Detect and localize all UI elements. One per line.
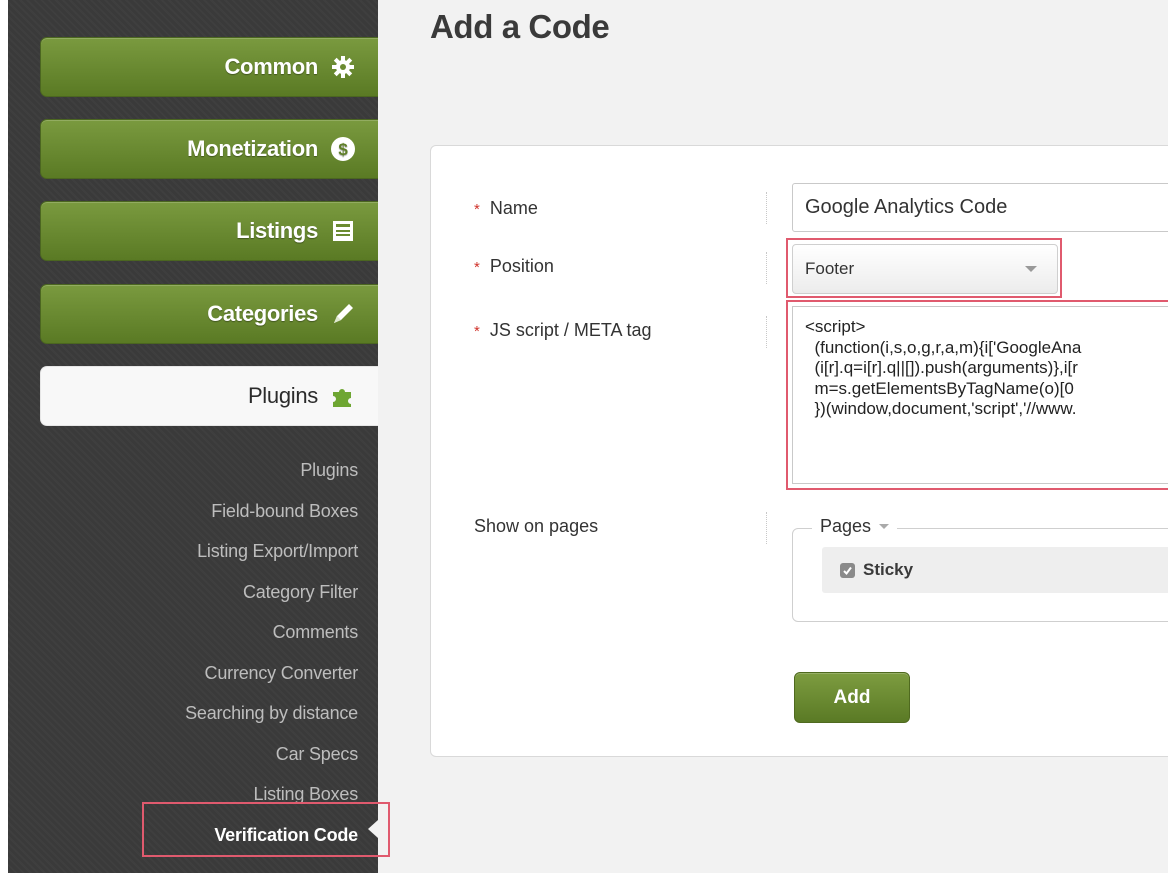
chevron-down-icon [1025,266,1037,272]
nav-categories-label: Categories [207,301,318,326]
nav-plugins-label: Plugins [247,383,318,408]
chevron-down-icon [879,524,890,529]
submenu-item-plugins[interactable]: Plugins [8,450,358,491]
nav-common-label: Common [224,54,318,79]
nav-listings-label: Listings [236,218,318,243]
nav-listings-button[interactable]: Listings [40,201,378,261]
active-item-pointer [368,820,378,838]
listing-icon [330,218,356,244]
field-divider [766,316,767,348]
position-label-text: Position [489,256,554,276]
required-marker: * [474,259,480,276]
script-label-text: JS script / META tag [489,320,652,340]
script-label: * JS script / META tag [474,320,652,341]
submenu-item-currency-converter[interactable]: Currency Converter [8,653,359,694]
gear-icon [330,54,356,80]
submenu-item-listing-boxes[interactable]: Listing Boxes [8,774,359,815]
submenu-item-searching-by-distance[interactable]: Searching by distance [8,693,358,734]
checkmark-icon [843,566,852,575]
pages-legend-label: Pages [820,516,872,536]
submenu-item-field-bound-boxes[interactable]: Field-bound Boxes [8,491,358,532]
script-line: <script> [805,317,866,336]
left-edge [0,0,8,873]
required-marker: * [474,323,480,340]
nav-monetization-label: Monetization [187,136,318,161]
field-divider [766,512,767,544]
name-input[interactable] [792,183,1168,232]
name-label: * Name [474,198,538,219]
add-button[interactable]: Add [794,672,910,723]
script-textarea[interactable]: <script> (function(i,s,o,g,r,a,m){i['Goo… [792,306,1168,484]
script-line: (function(i,s,o,g,r,a,m){i['GoogleAna [805,337,1082,357]
position-select-value: Footer [805,259,855,278]
nav-categories-button[interactable]: Categories [40,284,378,344]
field-divider [766,252,767,284]
pages-legend[interactable]: Pages [812,516,898,537]
nav-monetization-button[interactable]: Monetization $ [40,119,378,179]
pencil-icon [330,301,356,327]
required-marker: * [474,201,480,218]
submenu-item-category-filter[interactable]: Category Filter [8,572,358,613]
script-line: m=s.getElementsByTagName(o)[0 [805,378,1074,398]
show-on-pages-label: Show on pages [474,516,599,536]
script-line: })(window,document,'script','//www. [805,399,1077,418]
puzzle-icon [330,383,356,409]
sticky-checkbox[interactable] [840,562,855,578]
sticky-label: Sticky [863,560,914,579]
submenu-item-car-specs[interactable]: Car Specs [8,734,358,775]
position-label: * Position [474,256,554,277]
submenu-item-listing-export-import[interactable]: Listing Export/Import [8,531,358,572]
svg-text:$: $ [338,140,348,159]
sidebar: Common Monetization $ Listings Categorie… [8,0,378,873]
position-select[interactable]: Footer [792,244,1058,294]
field-divider [766,192,767,224]
page-title: Add a Code [430,8,610,45]
submenu-item-comments[interactable]: Comments [8,612,359,653]
plugins-submenu: Plugins Field-bound Boxes Listing Export… [8,450,358,855]
submenu-item-verification-code[interactable]: Verification Code [8,815,358,856]
nav-plugins-button[interactable]: Plugins [40,366,378,426]
dollar-coin-icon: $ [330,136,356,162]
script-line: (i[r].q=i[r].q||[]).push(arguments)},i[r [805,358,1078,377]
sticky-option[interactable]: Sticky [822,547,1168,593]
nav-common-button[interactable]: Common [40,37,378,97]
name-label-text: Name [489,198,538,218]
